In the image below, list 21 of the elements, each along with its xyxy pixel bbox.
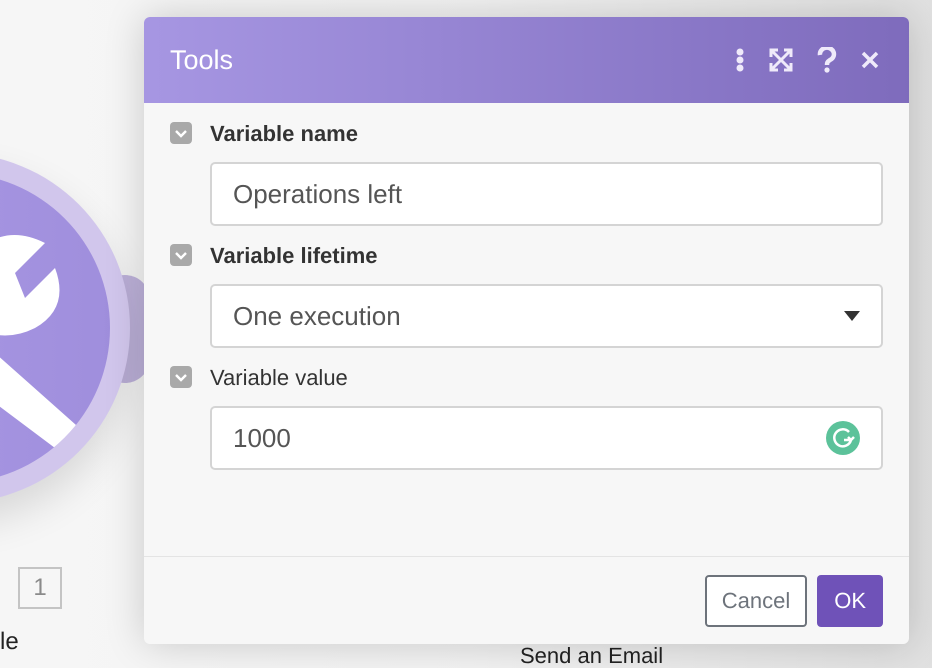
input-field[interactable]: 1000 [210, 406, 883, 470]
module-label: le [0, 627, 19, 657]
collapse-toggle-icon[interactable] [170, 122, 192, 144]
dialog-title: Tools [170, 44, 234, 77]
close-icon[interactable] [861, 51, 879, 69]
dropdown-field[interactable]: One execution [210, 284, 883, 348]
module-number: 1 [18, 567, 62, 609]
input-field[interactable]: Operations left [210, 162, 883, 226]
more-options-icon[interactable] [735, 48, 745, 72]
field-label: Variable name [210, 120, 358, 148]
help-icon[interactable] [817, 47, 837, 73]
module-label: Send an Email [520, 644, 664, 668]
collapse-toggle-icon[interactable] [170, 366, 192, 388]
field-label: Variable value [210, 364, 348, 392]
cancel-button[interactable]: Cancel [704, 574, 808, 626]
ok-button[interactable]: OK [817, 574, 883, 626]
field-label: Variable lifetime [210, 242, 378, 270]
collapse-toggle-icon[interactable] [170, 244, 192, 266]
grammar-check-icon[interactable] [826, 421, 860, 455]
dropdown-caret-icon [844, 311, 860, 321]
expand-icon[interactable] [769, 48, 793, 72]
